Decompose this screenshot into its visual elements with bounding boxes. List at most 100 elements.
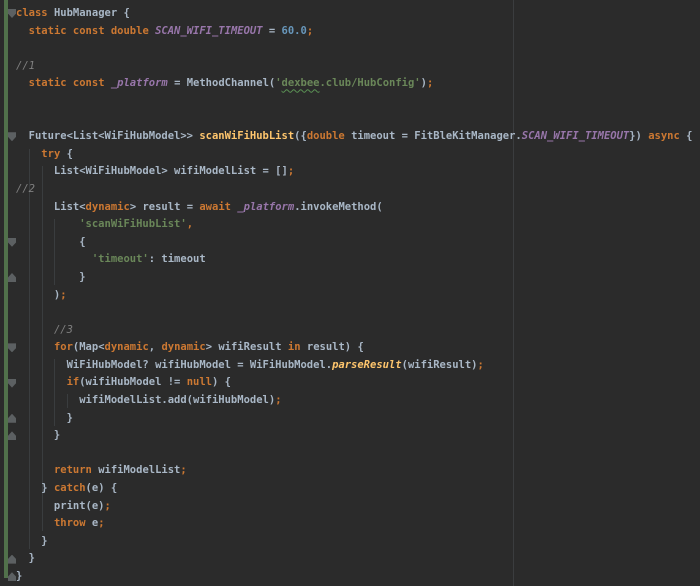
code-line[interactable]: //3 (16, 322, 692, 340)
code-line[interactable]: //2 (16, 181, 692, 199)
code-token: } (16, 411, 73, 424)
code-token: ; (287, 165, 295, 178)
code-line[interactable]: ); (16, 287, 692, 305)
code-token: WiFiHubModel? wifiHubModel = WiFiHubMode… (16, 358, 333, 371)
code-line[interactable]: } (16, 427, 692, 445)
code-token: ; (60, 288, 67, 301)
code-editor[interactable]: class HubManager { static const double S… (0, 0, 700, 586)
code-token: //1 (16, 59, 35, 72)
fold-expand-icon[interactable] (8, 431, 16, 441)
code-token: _platform (110, 77, 168, 90)
code-line[interactable]: } catch(e) { (16, 480, 692, 498)
code-line[interactable] (16, 111, 692, 129)
code-line[interactable] (16, 40, 692, 58)
fold-collapse-icon[interactable] (8, 237, 16, 247)
code-line[interactable]: class HubManager { (16, 5, 692, 23)
code-token: (Map< (72, 341, 105, 354)
code-line[interactable]: 'scanWiFiHubList', (16, 216, 692, 234)
code-line[interactable]: { (16, 234, 692, 252)
fold-collapse-icon[interactable] (8, 9, 16, 18)
code-token: scanWiFiHubList (199, 130, 295, 143)
code-line[interactable]: Future<List<WiFiHubModel>> scanWiFiHubLi… (16, 128, 693, 146)
code-line[interactable]: try { (16, 146, 692, 164)
code-token: catch (53, 482, 86, 495)
code-token: , (148, 341, 162, 354)
code-token: 'scanWiFiHubList' (79, 218, 187, 231)
code-token: } (16, 570, 23, 582)
code-token: throw (53, 517, 86, 530)
code-token: //3 (53, 323, 73, 336)
code-token: SCAN_WIFI_TIMEOUT (155, 24, 263, 37)
code-token: }) (629, 130, 649, 143)
code-token: { (679, 130, 693, 143)
vcs-change-bar (4, 0, 8, 578)
code-token: dexbee (281, 77, 320, 90)
fold-expand-icon[interactable] (8, 554, 16, 564)
code-token: dynamic (85, 200, 130, 213)
fold-collapse-icon[interactable] (8, 378, 16, 388)
code-token: , (186, 218, 194, 231)
code-token: ) { (212, 376, 231, 389)
code-token: _platform (237, 200, 295, 213)
code-line[interactable]: for(Map<dynamic, dynamic> wifiResult in … (16, 339, 692, 357)
code-line[interactable]: //1 (16, 58, 692, 76)
code-token: > result = (129, 200, 200, 213)
code-line[interactable] (16, 304, 692, 322)
code-line[interactable]: } (16, 410, 692, 428)
fold-expand-icon[interactable] (8, 413, 16, 423)
code-line[interactable]: List<WiFiHubModel> wifiModelList = []; (16, 163, 692, 181)
code-token: SCAN_WIFI_TIMEOUT (521, 130, 630, 143)
code-line[interactable]: wifiModelList.add(wifiHubModel); (16, 392, 692, 410)
code-token: : timeout (148, 253, 206, 266)
code-line[interactable]: static const double SCAN_WIFI_TIMEOUT = … (16, 23, 692, 41)
code-line[interactable]: if(wifiHubModel != null) { (16, 374, 692, 392)
code-line[interactable]: } (16, 550, 692, 568)
code-token: ; (477, 358, 484, 371)
code-token: double (306, 130, 345, 143)
code-line[interactable]: 'timeout': timeout (16, 251, 692, 269)
code-token: (wifiHubModel != (79, 376, 187, 389)
fold-collapse-icon[interactable] (8, 132, 16, 142)
code-line[interactable] (16, 445, 692, 463)
code-line[interactable]: } (16, 269, 692, 287)
code-token: wifiModelList.add(wifiHubModel) (16, 394, 276, 407)
code-line[interactable]: throw e; (16, 515, 692, 533)
code-token: await (199, 200, 231, 213)
code-line[interactable]: } (16, 568, 692, 586)
fold-expand-icon[interactable] (8, 572, 16, 582)
code-area[interactable]: class HubManager { static const double S… (16, 5, 692, 586)
fold-collapse-icon[interactable] (8, 343, 16, 353)
code-token: .club/HubConfig' (319, 77, 421, 90)
code-token: //2 (16, 182, 35, 195)
code-token: print(e) (16, 499, 105, 512)
code-token: static const (28, 77, 111, 90)
code-line[interactable] (16, 93, 692, 111)
code-line[interactable]: List<dynamic> result = await _platform.i… (16, 199, 692, 217)
code-line[interactable]: static const _platform = MethodChannel('… (16, 75, 692, 93)
code-token: (e) { (85, 482, 118, 495)
code-token: null (186, 376, 212, 389)
code-token: } (16, 552, 35, 565)
code-token: 'timeout' (91, 253, 149, 266)
code-token: static const double (28, 24, 156, 37)
code-token: (wifiResult) (401, 358, 478, 371)
code-token: async (648, 130, 680, 143)
fold-expand-icon[interactable] (8, 273, 16, 282)
code-line[interactable]: return wifiModelList; (16, 462, 692, 480)
code-token: ; (98, 517, 105, 530)
code-line[interactable]: print(e); (16, 498, 692, 516)
code-token: List< (16, 200, 86, 213)
code-line[interactable]: WiFiHubModel? wifiHubModel = WiFiHubMode… (16, 357, 692, 375)
code-token: List<WiFiHubModel> wifiModelList = [] (16, 165, 288, 178)
code-token: in (287, 341, 301, 354)
code-token: { (16, 235, 86, 248)
code-token: dynamic (104, 341, 149, 354)
code-line[interactable]: } (16, 533, 692, 551)
